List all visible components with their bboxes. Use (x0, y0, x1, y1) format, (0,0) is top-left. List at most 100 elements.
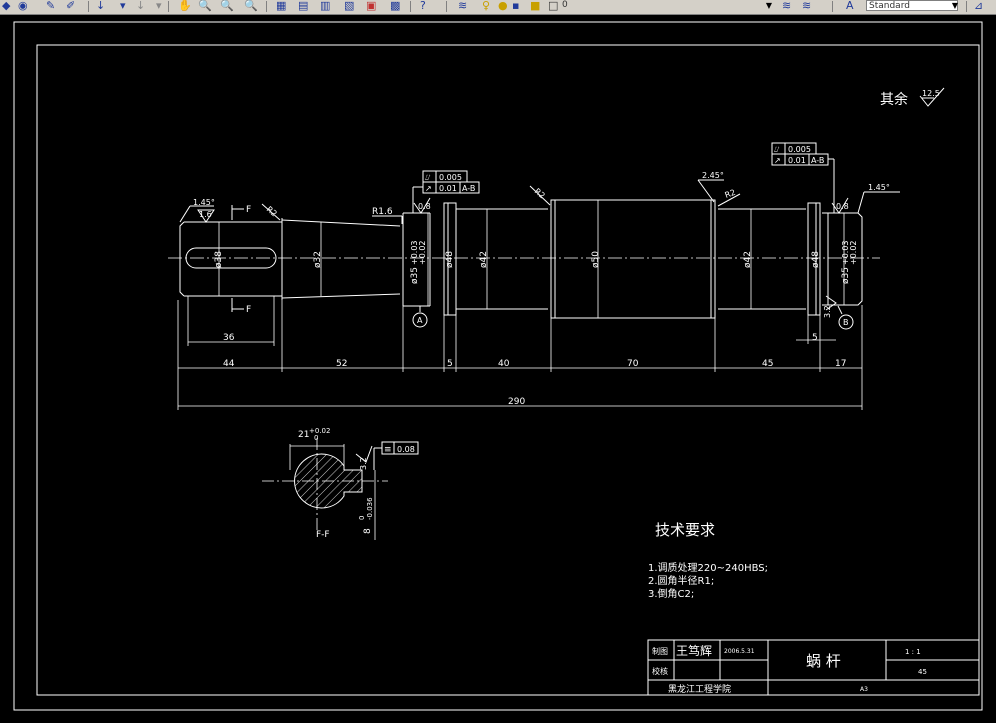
dia-48-right: ø48 (811, 251, 821, 268)
runout-icon-left: ⌰ (425, 173, 431, 182)
title-sheet: A3 (860, 686, 868, 693)
title-check-label: 校核 (652, 666, 668, 676)
undo-dropdown-icon[interactable]: ▾ (120, 0, 126, 12)
circle-runout-icon-left: ↗ (425, 184, 432, 193)
chevron-down-icon[interactable]: ▼ (950, 0, 960, 11)
text-style-icon[interactable]: A (846, 0, 854, 12)
zoom-window-icon[interactable]: 🔍 (220, 0, 234, 12)
dim-52: 52 (336, 359, 347, 369)
datum-a: A (417, 316, 423, 325)
markup-icon[interactable]: ▣ (366, 0, 376, 12)
kw-lower: 0 (314, 434, 318, 442)
drawing-svg: 其余 12.5 F F ø38 ø32 ø35 +0.03 +0.02 ø48 … (13, 21, 983, 711)
toolbar-separator (88, 1, 89, 12)
chamfer-right: 1.45° (868, 183, 890, 192)
zoom-previous-icon[interactable]: 🔍 (244, 0, 258, 12)
dia-35-right: ø35 (841, 267, 851, 284)
layer-select-value: 0 (562, 0, 568, 10)
dimension-style-icon[interactable]: ⊿ (974, 0, 983, 12)
title-part-name: 蜗 杆 (806, 652, 841, 670)
dia-50: ø50 (591, 251, 601, 268)
dim-5b: 5 (812, 333, 818, 343)
ra-left: 1.6 (199, 210, 212, 219)
title-date: 2006.5.31 (724, 648, 755, 655)
sheet-set-icon[interactable]: ▧ (344, 0, 354, 12)
text-style-value: Standard (869, 1, 910, 11)
dia-48-left: ø48 (445, 251, 455, 268)
dia-42-left: ø42 (479, 251, 489, 268)
sun-icon[interactable]: ● (498, 0, 508, 12)
tol-lower-right: +0.02 (849, 240, 858, 265)
text-style-select[interactable]: Standard (866, 0, 958, 11)
chevron-down-icon[interactable]: ▼ (764, 0, 774, 11)
pencil-icon[interactable]: ✎ (46, 0, 55, 12)
sym-icon: ≡ (384, 445, 392, 455)
keyway-width: 21 (298, 430, 309, 440)
chamfer-mid: 2.45° (702, 171, 724, 180)
layer-select[interactable]: 0 (560, 0, 774, 11)
surface-notes: 1.45° 1.6 R2 R1.6 0.8 R2 2.45° R2 0.8 1.… (179, 171, 900, 318)
dimension-texts: 36 44 52 5 40 70 45 17 5 290 (223, 333, 846, 407)
dim-5a: 5 (447, 359, 453, 369)
depth-lower: -0.036 (366, 497, 374, 520)
match-properties-icon[interactable]: ◆ (2, 0, 10, 12)
title-drawer: 王笃辉 (676, 644, 712, 658)
title-drawn-label: 制图 (652, 646, 668, 656)
tech-heading: 技术要求 (655, 521, 715, 539)
tol-lower-left: +0.02 (418, 240, 427, 265)
undo-icon[interactable]: ↓ (96, 0, 105, 12)
kw-upper: +0.02 (309, 427, 330, 435)
layer-states-icon[interactable]: ≋ (802, 0, 811, 12)
dim-45: 45 (762, 359, 773, 369)
toolbar-separator (168, 1, 169, 12)
left-circ: 0.01 (439, 184, 457, 193)
title-material: 45 (918, 668, 927, 676)
color-icon[interactable]: ■ (530, 0, 540, 12)
standard-toolbar: ◆ ◉ ✎ ✐ ↓ ▾ ↓ ▾ ✋ 🔍 🔍 🔍 ▦ ▤ ▥ ▧ ▣ ▩ ? ≋ … (0, 0, 996, 15)
design-center-icon[interactable]: ▤ (298, 0, 308, 12)
tech-line-3: 3.倒角C2; (648, 588, 694, 600)
dia-35-left: ø35 (410, 267, 420, 284)
lock-icon[interactable]: ▪ (512, 0, 519, 12)
runout-icon-right: ⌰ (774, 145, 780, 154)
circle-runout-icon-right: ↗ (774, 156, 781, 165)
redo-dropdown-icon[interactable]: ▾ (156, 0, 162, 12)
toolbar-separator (966, 1, 967, 12)
pan-icon[interactable]: ✋ (178, 0, 192, 12)
radius-3: R2 (533, 187, 547, 201)
layers-icon[interactable]: ≋ (458, 0, 467, 12)
paint-icon[interactable]: ◉ (18, 0, 28, 12)
toolbar-separator (266, 1, 267, 12)
tool-palette-icon[interactable]: ▥ (320, 0, 330, 12)
keyway-depth: 8 (363, 528, 373, 534)
right-runout: 0.005 (788, 145, 811, 154)
calculator-icon[interactable]: ▩ (390, 0, 400, 12)
left-datum: A-B (462, 184, 475, 193)
dia-42-right: ø42 (743, 251, 753, 268)
tech-line-2: 2.圆角半径R1; (648, 574, 714, 587)
roughness-note-value: 12.5 (922, 89, 940, 98)
dim-290: 290 (508, 397, 525, 407)
section-sym: 0.08 (397, 445, 415, 454)
diameter-labels: ø38 ø32 ø35 +0.03 +0.02 ø48 ø42 ø50 ø42 … (214, 200, 858, 318)
left-runout: 0.005 (439, 173, 462, 182)
toolbar-separator (410, 1, 411, 12)
redo-icon[interactable]: ↓ (136, 0, 145, 12)
properties-icon[interactable]: ▦ (276, 0, 286, 12)
datum-b: B (843, 318, 849, 327)
tolerance-frame-right: ⌰ 0.005 ↗ 0.01 A-B (771, 142, 835, 213)
title-school: 黑龙江工程学院 (668, 683, 731, 695)
tech-line-1: 1.调质处理220~240HBS; (648, 562, 768, 574)
toolbar-separator (446, 1, 447, 12)
lightbulb-icon[interactable]: ♀ (482, 0, 490, 12)
datum-b-leader (837, 305, 843, 315)
layer-previous-icon[interactable]: ≋ (782, 0, 791, 12)
cut-label-lower: F (246, 305, 251, 315)
dim-40: 40 (498, 359, 510, 369)
radius-4: R2 (724, 188, 737, 200)
zoom-realtime-icon[interactable]: 🔍 (198, 0, 212, 12)
brush-icon[interactable]: ✐ (66, 0, 75, 12)
drawing-canvas[interactable]: 其余 12.5 F F ø38 ø32 ø35 +0.03 +0.02 ø48 … (0, 15, 996, 719)
title-scale: 1 : 1 (905, 648, 921, 656)
help-icon[interactable]: ? (420, 0, 426, 12)
